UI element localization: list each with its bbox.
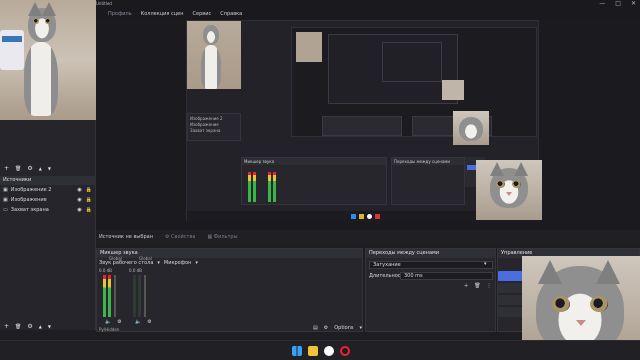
speaker-icon[interactable]: 🔈: [105, 319, 111, 325]
filters-label: Фильтры: [213, 234, 238, 240]
source-item-image[interactable]: ▣ Изображение ◉ 🔒: [0, 195, 96, 205]
add-transition-icon[interactable]: +: [464, 283, 468, 289]
webcam-overlay-mid: [476, 160, 542, 220]
menu-tools[interactable]: Сервис: [193, 11, 212, 17]
source-toolbar: Источник не выбран ⚙ Свойства ▦ Фильтры: [96, 230, 640, 244]
properties-button[interactable]: ⚙ Свойства: [165, 234, 196, 240]
gear-icon[interactable]: ⚙: [117, 319, 121, 325]
settings-icon[interactable]: ⚙: [324, 325, 328, 331]
menu-bar: Untitled Профиль Коллекция сцен Сервис С…: [96, 0, 640, 20]
options-button[interactable]: Options: [334, 325, 353, 331]
more-icon[interactable]: ⋮: [487, 283, 492, 289]
mixer-global-label: Global: [109, 256, 122, 261]
yandex-browser-icon[interactable]: [324, 346, 334, 356]
menu-scene-collection[interactable]: Коллекция сцен: [141, 11, 184, 17]
vu-meter: [103, 275, 106, 317]
inner-cat-image: [187, 21, 241, 89]
source-settings-icon[interactable]: ⚙: [27, 323, 32, 330]
menu-profile[interactable]: Профиль: [108, 11, 132, 17]
scene-transitions-dock: Переходы между сценами Затухание ▾ Длите…: [365, 248, 496, 332]
minimize-icon[interactable]: —: [599, 0, 605, 7]
sources-header: Источники: [0, 176, 96, 185]
lock-icon[interactable]: 🔒: [86, 187, 92, 193]
chevron-down-icon[interactable]: ▾: [157, 260, 160, 266]
filters-button[interactable]: ▦ Фильтры: [207, 234, 237, 240]
volume-slider[interactable]: [114, 275, 116, 317]
scenes-toolbar: + 🗑 ⚙ ▲ ▼: [0, 164, 51, 173]
file-explorer-icon[interactable]: [308, 346, 318, 356]
source-item-image-2[interactable]: ▣ Изображение 2 ◉ 🔒: [0, 185, 96, 195]
scene-down-icon[interactable]: ▼: [48, 166, 51, 171]
properties-label: Свойства: [171, 234, 196, 240]
remove-source-icon[interactable]: 🗑: [15, 324, 21, 330]
eye-icon[interactable]: ◉: [77, 197, 81, 203]
taskbar: [0, 340, 640, 360]
volume-slider[interactable]: [144, 275, 146, 317]
chevron-down-icon[interactable]: ▾: [195, 260, 198, 266]
mixer-channel-mic: Микрофон: [163, 260, 192, 266]
preview-canvas[interactable]: Изображение 2 Изображение Захват экрана …: [96, 20, 640, 230]
source-label: Изображение 2: [10, 187, 52, 193]
audio-mixer-dock: Микшер звука Звук рабочего стола ▾ Микро…: [96, 248, 363, 332]
mixer-global-label-2: Global: [139, 256, 152, 261]
remove-transition-icon[interactable]: 🗑: [474, 283, 480, 289]
image-icon: ▣: [3, 187, 8, 193]
transitions-header: Переходы между сценами: [366, 249, 495, 258]
remove-scene-icon[interactable]: 🗑: [15, 166, 21, 172]
no-source-label: Источник не выбран: [99, 234, 153, 240]
eye-icon[interactable]: ◉: [77, 207, 81, 213]
inner-cat-face: [453, 111, 489, 145]
speaker-icon[interactable]: 🔈: [135, 319, 141, 325]
close-icon[interactable]: ✕: [631, 0, 636, 7]
lock-icon[interactable]: 🔒: [86, 197, 92, 203]
maximize-icon[interactable]: □: [615, 0, 621, 7]
window-title: Untitled: [96, 1, 112, 6]
vu-meter: [133, 275, 136, 317]
chevron-down-icon[interactable]: ▾: [360, 325, 363, 331]
obs-icon[interactable]: [340, 346, 350, 356]
windows-start-icon[interactable]: [292, 346, 302, 356]
add-scene-icon[interactable]: +: [4, 165, 9, 172]
source-label: Захват экрана: [10, 207, 49, 213]
layout-icon[interactable]: ▤: [313, 325, 318, 331]
gear-icon[interactable]: ⚙: [147, 319, 151, 325]
eye-icon[interactable]: ◉: [77, 187, 81, 193]
image-icon: ▣: [3, 197, 8, 203]
mixer-db-2: 0.0 dB: [129, 268, 142, 273]
scene-settings-icon[interactable]: ⚙: [27, 165, 32, 172]
inner-item: Захват экрана: [190, 128, 221, 133]
vu-meter: [108, 275, 111, 317]
mixer-footer: Ру/Hidden: [99, 327, 120, 332]
lock-icon[interactable]: 🔒: [86, 207, 92, 213]
inner-transitions: Переходы между сценами: [391, 157, 465, 205]
sources-toolbar: + 🗑 ⚙ ▲ ▼: [0, 322, 51, 331]
source-label: Изображение: [10, 197, 47, 203]
webcam-overlay-top-left: [0, 0, 96, 120]
vu-meter: [138, 275, 141, 317]
duration-input[interactable]: 300 ms: [400, 272, 493, 280]
mixer-db-1: 0.0 dB: [99, 268, 112, 273]
inner-preview: [291, 27, 537, 137]
source-up-icon[interactable]: ▲: [39, 324, 42, 329]
source-down-icon[interactable]: ▼: [48, 324, 51, 329]
left-docks: + 🗑 ⚙ ▲ ▼ Источники ▣ Изображение 2 ◉ 🔒 ▣…: [0, 120, 96, 330]
add-source-icon[interactable]: +: [4, 323, 9, 330]
monitor-icon: ▭: [3, 207, 8, 213]
mixer-header: Микшер звука: [97, 249, 362, 258]
transition-select[interactable]: Затухание: [369, 261, 493, 269]
source-item-screen-capture[interactable]: ▭ Захват экрана ◉ 🔒: [0, 205, 96, 215]
inner-sources-panel: Изображение 2 Изображение Захват экрана: [187, 113, 241, 141]
inner-mixer: Микшер звука: [241, 157, 387, 205]
menu-help[interactable]: Справка: [220, 11, 242, 17]
scene-up-icon[interactable]: ▲: [39, 166, 42, 171]
chevron-down-icon[interactable]: ▾: [484, 261, 487, 267]
